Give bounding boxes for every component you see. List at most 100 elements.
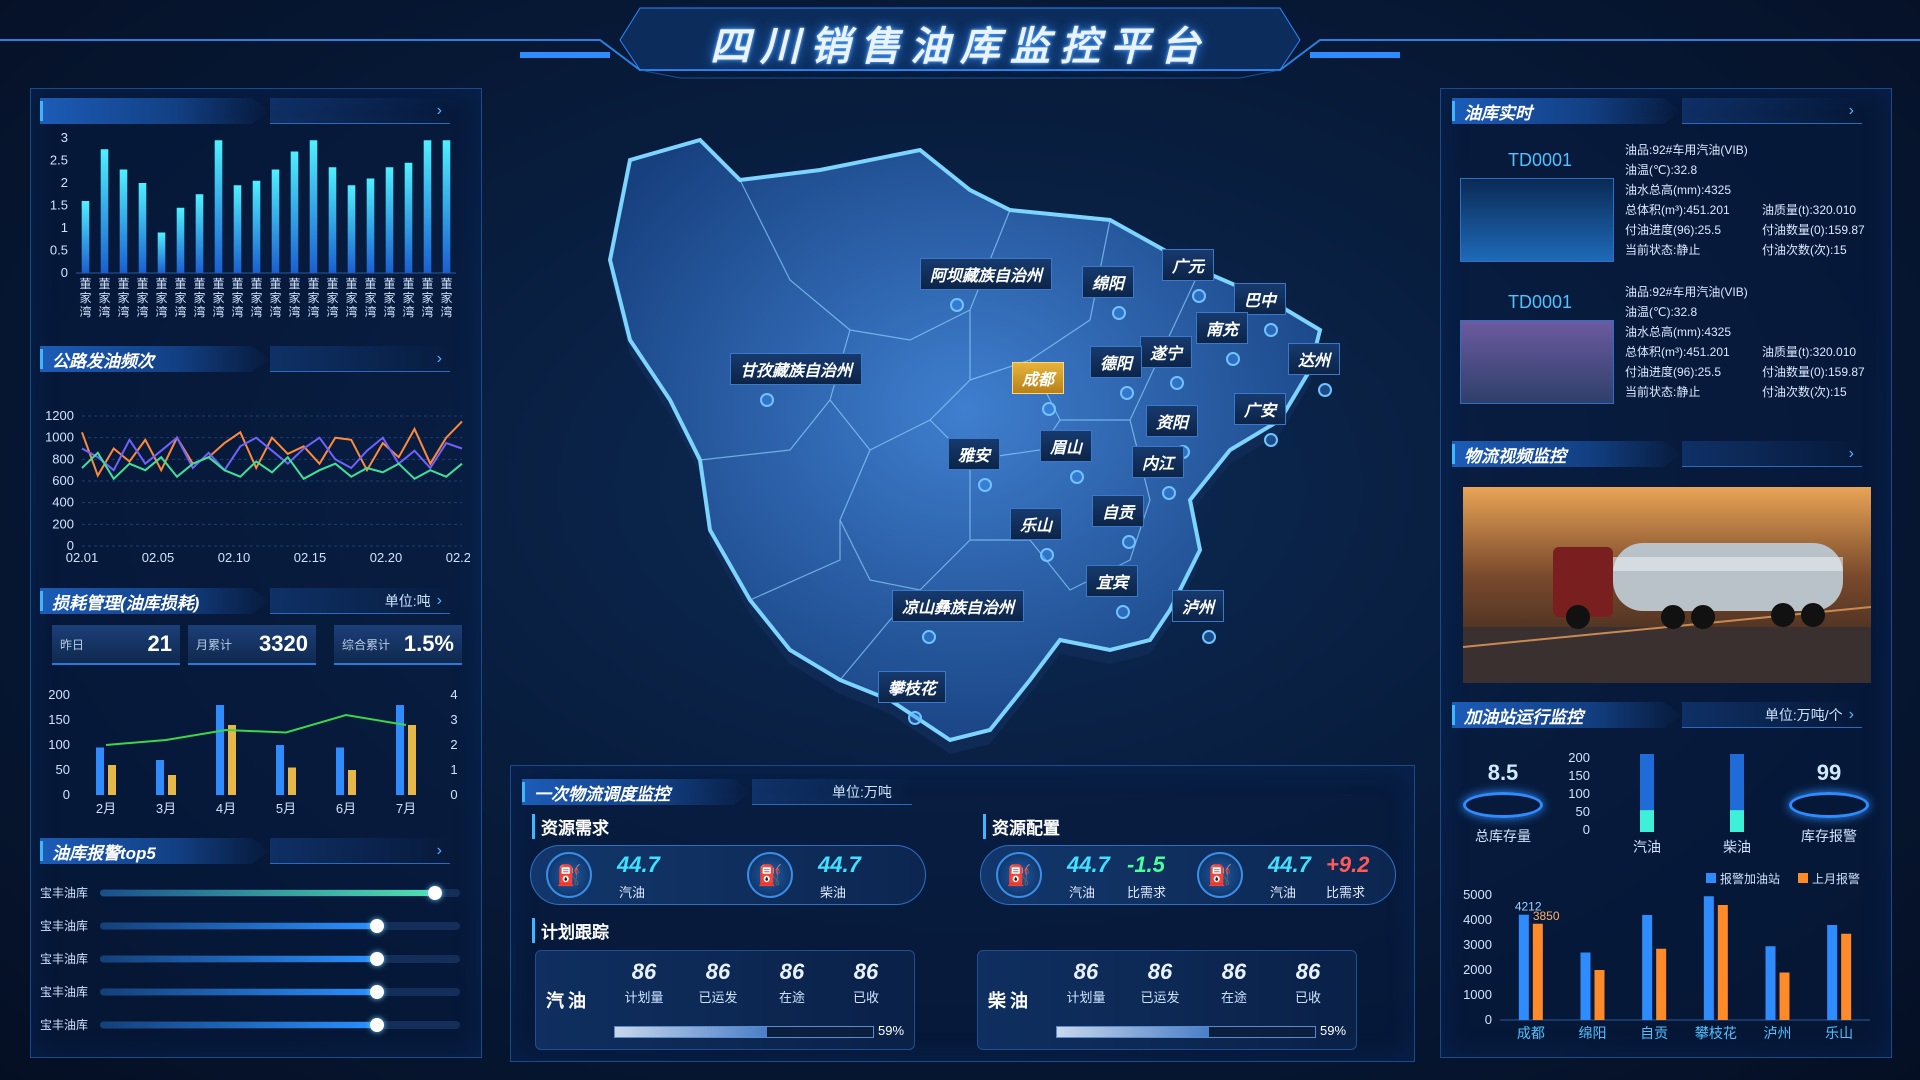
panel3-unit[interactable]: 单位:吨 › <box>270 588 450 614</box>
map-label[interactable]: 眉山 <box>1040 430 1093 462</box>
location-pin-icon[interactable] <box>950 298 964 312</box>
map-label[interactable]: 宜宾 <box>1086 565 1139 597</box>
map-label[interactable]: 甘孜藏族自治州 <box>730 353 863 385</box>
alarm-row[interactable]: 宝丰油库 <box>40 1008 460 1041</box>
location-pin-icon[interactable] <box>1170 376 1184 390</box>
map-label[interactable]: 攀枝花 <box>878 671 947 703</box>
map-label[interactable]: 南充 <box>1196 312 1249 344</box>
panel4-more[interactable]: › <box>270 838 450 864</box>
bar <box>1765 946 1776 1020</box>
x-tick-label: 家 <box>288 290 300 305</box>
location-pin-icon[interactable] <box>1042 402 1056 416</box>
location-pin-icon[interactable] <box>1112 306 1126 320</box>
location-pin-icon[interactable] <box>1162 486 1176 500</box>
panel4-title: 油库报警top5 <box>40 838 270 864</box>
alarm-fill <box>100 955 378 962</box>
map-label[interactable]: 内江 <box>1132 446 1185 478</box>
location-pin-icon[interactable] <box>978 478 992 492</box>
map-label[interactable]: 阿坝藏族自治州 <box>920 258 1053 290</box>
map-label[interactable]: 达州 <box>1288 343 1341 375</box>
panel1-more[interactable]: › <box>270 98 450 124</box>
total-stock-value: 8.5 <box>1487 760 1519 785</box>
x-tick-label: 家 <box>402 290 414 305</box>
bar <box>385 167 394 273</box>
location-pin-icon[interactable] <box>1122 535 1136 549</box>
location-pin-icon[interactable] <box>1264 323 1278 337</box>
y2-tick-label: 1 <box>450 762 457 777</box>
x-tick-label: 董 <box>117 277 129 291</box>
map-label[interactable]: 凉山彝族自治州 <box>892 590 1025 622</box>
realtime-more[interactable]: › <box>1682 98 1862 124</box>
plan-metric-label: 已运发 <box>698 990 738 1005</box>
station-unit[interactable]: 单位:万吨/个 › <box>1682 702 1862 728</box>
alarm-row[interactable]: 宝丰油库 <box>40 942 460 975</box>
alarm-row[interactable]: 宝丰油库 <box>40 876 460 909</box>
x-tick-label: 董 <box>402 277 414 291</box>
tank-image[interactable] <box>1460 320 1614 404</box>
alarm-row[interactable]: 宝丰油库 <box>40 975 460 1008</box>
tank-id[interactable]: TD0001 <box>1508 292 1572 313</box>
location-pin-icon[interactable] <box>922 630 936 644</box>
x-tick-label: 董 <box>421 277 433 291</box>
alarm-dot <box>370 1017 385 1032</box>
map-label[interactable]: 绵阳 <box>1082 266 1135 298</box>
location-pin-icon[interactable] <box>1226 352 1240 366</box>
alarm-name: 宝丰油库 <box>40 919 89 933</box>
video-more[interactable]: › <box>1682 441 1862 467</box>
unit-label: 单位:万吨 <box>832 783 892 800</box>
location-pin-icon[interactable] <box>1120 386 1134 400</box>
diesel-pump-icon: ⛽ <box>1197 852 1243 898</box>
x-tick-label: 泸州 <box>1764 1025 1792 1041</box>
series-line <box>81 451 463 481</box>
x-tick-label: 湾 <box>98 304 110 319</box>
plan-progress-percent: 59% <box>878 1023 905 1038</box>
tank-image[interactable] <box>1460 178 1614 262</box>
alarm-fill <box>100 1021 378 1028</box>
map-label[interactable]: 广安 <box>1234 393 1287 425</box>
plan-title: 计划跟踪 <box>532 918 609 943</box>
x-tick-label: 湾 <box>155 304 167 319</box>
map-label[interactable]: 德阳 <box>1090 346 1143 378</box>
plan-metric-value: 86 <box>705 959 731 984</box>
x-tick-label: 02.15 <box>294 550 327 565</box>
plan-progress-fill <box>1057 1027 1210 1037</box>
map-label[interactable]: 乐山 <box>1010 508 1063 540</box>
location-pin-icon[interactable] <box>1202 630 1216 644</box>
map-label[interactable]: 成都 <box>1012 362 1065 394</box>
total-stock-label: 总库存量 <box>1475 828 1531 844</box>
location-pin-icon[interactable] <box>1116 605 1130 619</box>
map-label[interactable]: 广元 <box>1162 249 1215 281</box>
location-pin-icon[interactable] <box>1070 470 1084 484</box>
map-label[interactable]: 泸州 <box>1172 590 1225 622</box>
location-pin-icon[interactable] <box>1318 383 1332 397</box>
bar <box>1656 948 1667 1020</box>
x-tick-label: 7月 <box>396 801 416 816</box>
alarm-list: 宝丰油库 宝丰油库 宝丰油库 宝丰油库 宝丰油库 <box>40 876 460 1041</box>
alarm-row[interactable]: 宝丰油库 <box>40 909 460 942</box>
gauge-fill <box>1640 810 1654 832</box>
location-pin-icon[interactable] <box>1192 289 1206 303</box>
bar <box>138 183 147 273</box>
map-label[interactable]: 巴中 <box>1234 283 1287 315</box>
location-pin-icon[interactable] <box>1264 433 1278 447</box>
demand-gasoline-label: 汽油 <box>619 885 646 900</box>
bar <box>195 194 204 273</box>
map-label[interactable]: 雅安 <box>948 438 1001 470</box>
location-pin-icon[interactable] <box>1040 548 1054 562</box>
map-label[interactable]: 遂宁 <box>1140 336 1193 368</box>
plan-metric: 86 在途 <box>1204 959 1264 1006</box>
map-label[interactable]: 自贡 <box>1092 495 1145 527</box>
location-pin-icon[interactable] <box>908 711 922 725</box>
ring-icon <box>1789 792 1869 818</box>
x-tick-label: 湾 <box>345 304 357 319</box>
alarm-dot <box>427 885 442 900</box>
video-feed[interactable] <box>1463 487 1871 683</box>
chevron-right-icon: › <box>1848 101 1854 119</box>
location-pin-icon[interactable] <box>760 393 774 407</box>
map-label[interactable]: 资阳 <box>1146 405 1199 437</box>
bar <box>290 151 299 273</box>
tank-id[interactable]: TD0001 <box>1508 150 1572 171</box>
total-stock: 8.5 总库存量 <box>1460 760 1546 846</box>
panel2-more[interactable]: › <box>270 346 450 372</box>
alarm-dot <box>370 984 385 999</box>
